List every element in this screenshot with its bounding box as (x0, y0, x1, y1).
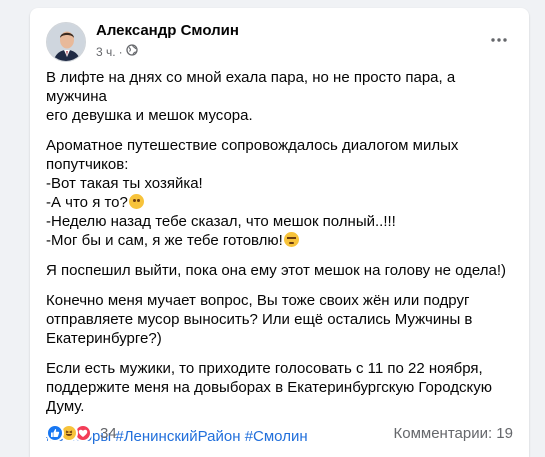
text-line: отправляете мусор выносить? Или ещё оста… (46, 311, 473, 328)
paragraph-2: Ароматное путешествие сопровождалось диа… (46, 136, 520, 250)
comments-count[interactable]: Комментарии: 19 (394, 425, 514, 442)
meta-separator: · (118, 44, 123, 59)
post-card: Александр Смолин 3 ч. · В лифте на днях … (30, 8, 529, 457)
text-line: Если есть мужики, то приходите голосоват… (46, 360, 483, 377)
paragraph-1: В лифте на днях со мной ехала пара, но н… (46, 68, 520, 125)
globe-icon[interactable] (125, 44, 138, 59)
text-fragment: -Мог бы и сам, я же тебе готовлю! (46, 232, 283, 249)
paragraph-5: Если есть мужики, то приходите голосоват… (46, 359, 520, 416)
reaction-count: 34 (100, 424, 117, 442)
text-fragment: -А что я то? (46, 194, 128, 211)
text-line: -Неделю назад тебе сказал, что мешок пол… (46, 213, 396, 230)
text-line: попутчиков: (46, 156, 129, 173)
more-options-button[interactable] (485, 26, 513, 54)
more-horizontal-icon (491, 38, 507, 42)
text-line: Екатеринбурге?) (46, 330, 162, 347)
text-line: Я поспешил выйти, пока она ему этот мешо… (46, 262, 506, 279)
post-footer: 34 Комментарии: 19 (46, 422, 513, 444)
text-line: В лифте на днях со мной ехала пара, но н… (46, 69, 456, 105)
post-time[interactable]: 3 ч. (96, 45, 116, 59)
pensive-face-icon (283, 232, 299, 247)
paragraph-3: Я поспешил выйти, пока она ему этот мешо… (46, 261, 520, 280)
author-name[interactable]: Александр Смолин (96, 22, 239, 39)
text-line: его девушка и мешок мусора. (46, 107, 253, 124)
post-header: Александр Смолин 3 ч. · (46, 20, 513, 64)
text-line: Думу. (46, 398, 85, 415)
paragraph-4: Конечно меня мучает вопрос, Вы тоже свои… (46, 291, 520, 348)
flushed-face-icon (128, 194, 144, 209)
post-meta: 3 ч. · (96, 44, 138, 59)
post-text: В лифте на днях со мной ехала пара, но н… (46, 68, 520, 446)
text-line-with-emoji: -А что я то? (46, 193, 520, 212)
author-avatar[interactable] (46, 22, 86, 62)
like-icon (46, 424, 64, 442)
text-line: -Вот такая ты хозяйка! (46, 175, 203, 192)
reactions-summary[interactable]: 34 (46, 424, 117, 442)
text-line: поддержите меня на довыборах в Екатеринб… (46, 379, 492, 396)
text-line: Ароматное путешествие сопровождалось диа… (46, 137, 459, 154)
avatar-portrait (47, 23, 85, 61)
text-line-with-emoji: -Мог бы и сам, я же тебе готовлю! (46, 231, 520, 250)
text-line: Конечно меня мучает вопрос, Вы тоже свои… (46, 292, 470, 309)
